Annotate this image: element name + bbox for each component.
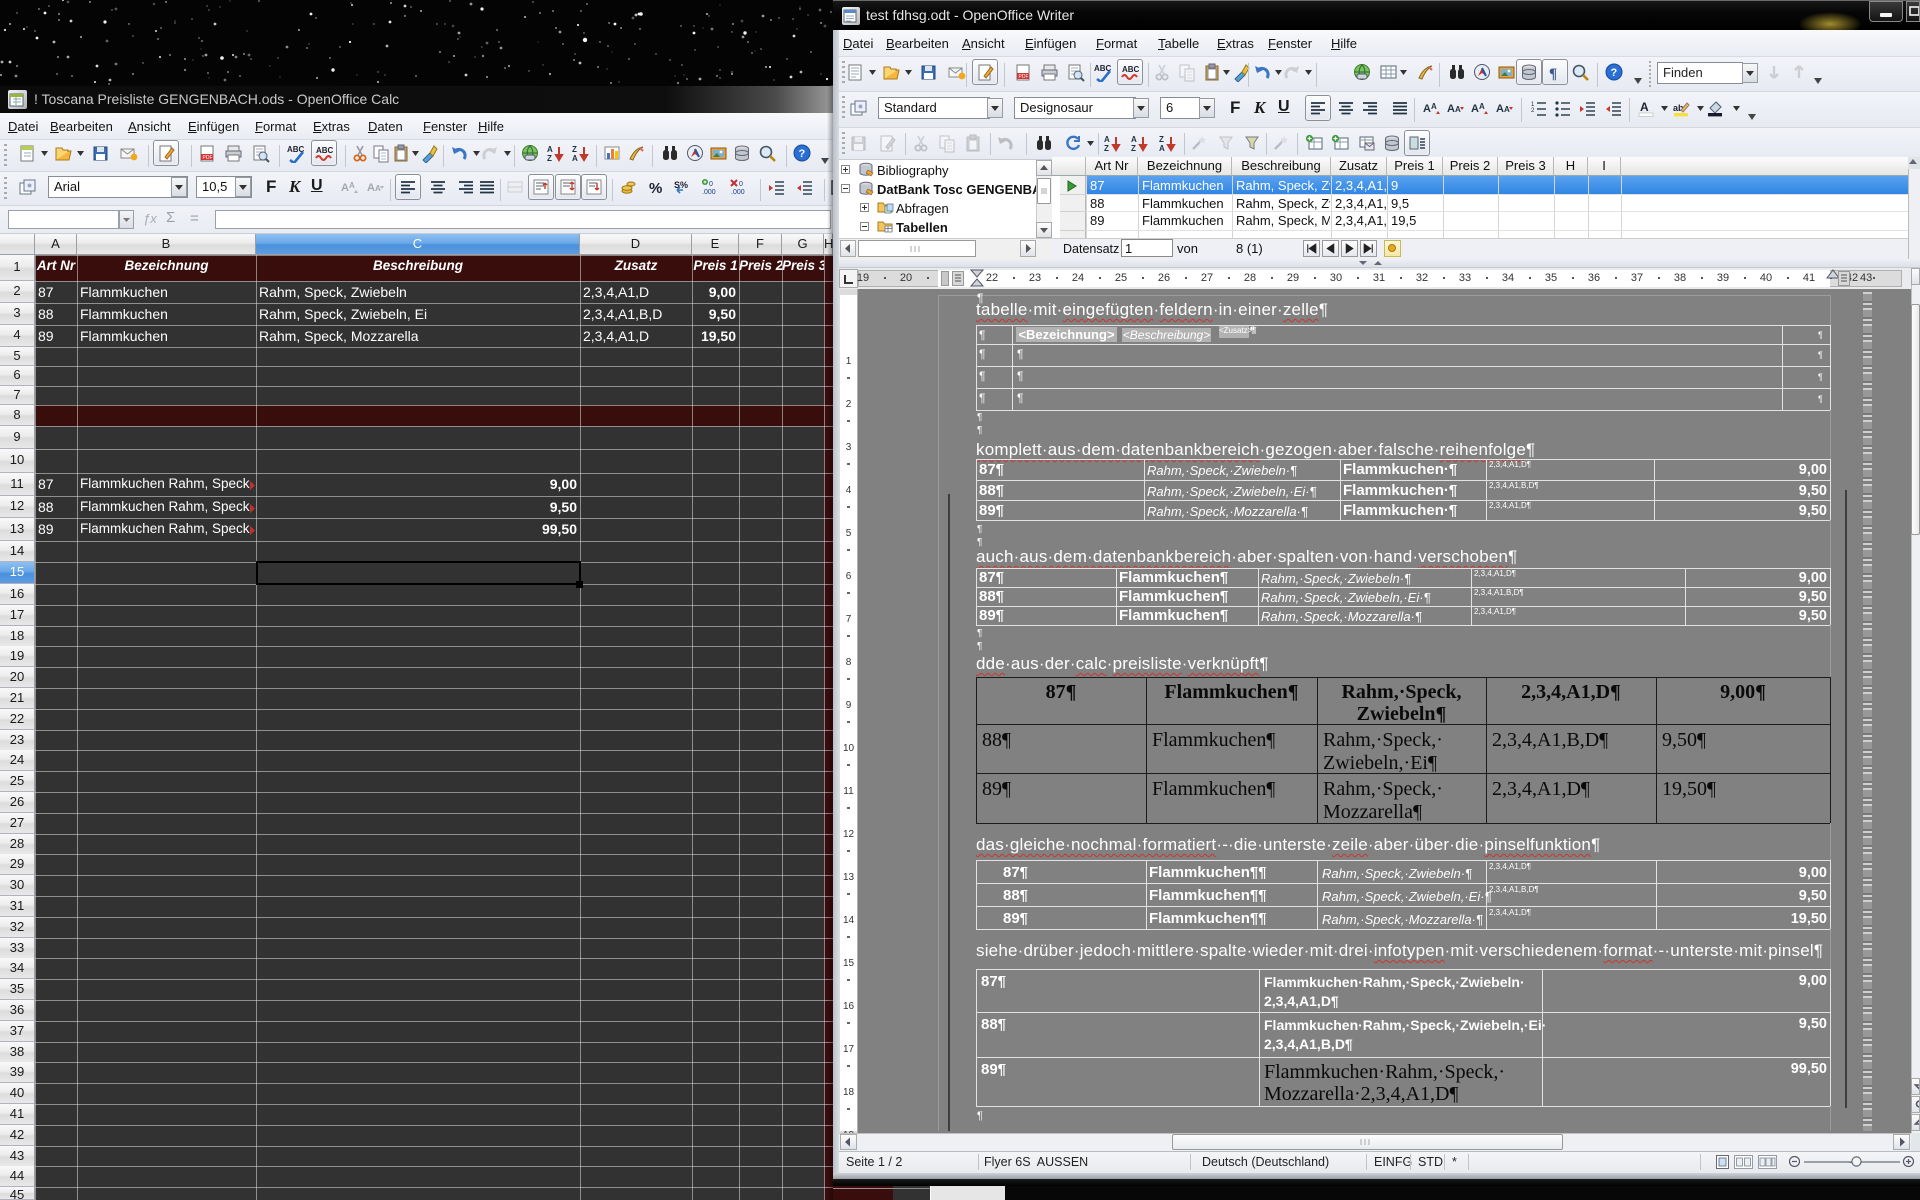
svg-text:2: 2 (1531, 108, 1535, 114)
svg-text:A: A (1504, 105, 1510, 114)
svg-text:?: ? (1611, 67, 1618, 79)
svg-text:A: A (367, 182, 375, 194)
svg-text:A: A (1479, 102, 1485, 111)
svg-text:PDF: PDF (203, 155, 213, 161)
svg-text:S%: S% (674, 180, 688, 190)
svg-text:ABC: ABC (316, 146, 334, 155)
svg-text:A: A (1131, 135, 1137, 144)
svg-text:A: A (349, 181, 355, 190)
svg-text:A: A (1423, 103, 1431, 115)
svg-text:.000: .000 (702, 189, 716, 196)
svg-text:%: % (649, 180, 662, 197)
svg-text:Z: Z (1131, 144, 1136, 153)
svg-text:A: A (1455, 105, 1461, 114)
svg-text:A: A (1104, 135, 1110, 144)
svg-text:A: A (1159, 144, 1165, 153)
svg-text:0: 0 (739, 181, 743, 188)
svg-text:A: A (375, 184, 381, 193)
svg-text:A: A (1496, 103, 1504, 115)
svg-text:Z: Z (1159, 135, 1164, 144)
svg-text:A: A (1471, 103, 1479, 115)
svg-text:Z: Z (572, 145, 577, 154)
svg-text:A: A (572, 154, 578, 163)
svg-text:0: 0 (709, 181, 713, 188)
svg-text:PDF: PDF (1019, 74, 1029, 80)
svg-text:A: A (341, 182, 349, 194)
svg-text:A: A (1447, 103, 1455, 115)
svg-text:?: ? (799, 148, 806, 160)
svg-text:A: A (547, 145, 553, 154)
svg-text:ABC: ABC (1122, 65, 1140, 74)
svg-text:¶: ¶ (1549, 66, 1557, 82)
svg-text:A: A (1431, 102, 1437, 111)
svg-text:Z: Z (547, 154, 552, 163)
svg-text:A: A (1640, 100, 1649, 114)
svg-text:.000: .000 (731, 189, 745, 196)
svg-text:Z: Z (1104, 144, 1109, 153)
